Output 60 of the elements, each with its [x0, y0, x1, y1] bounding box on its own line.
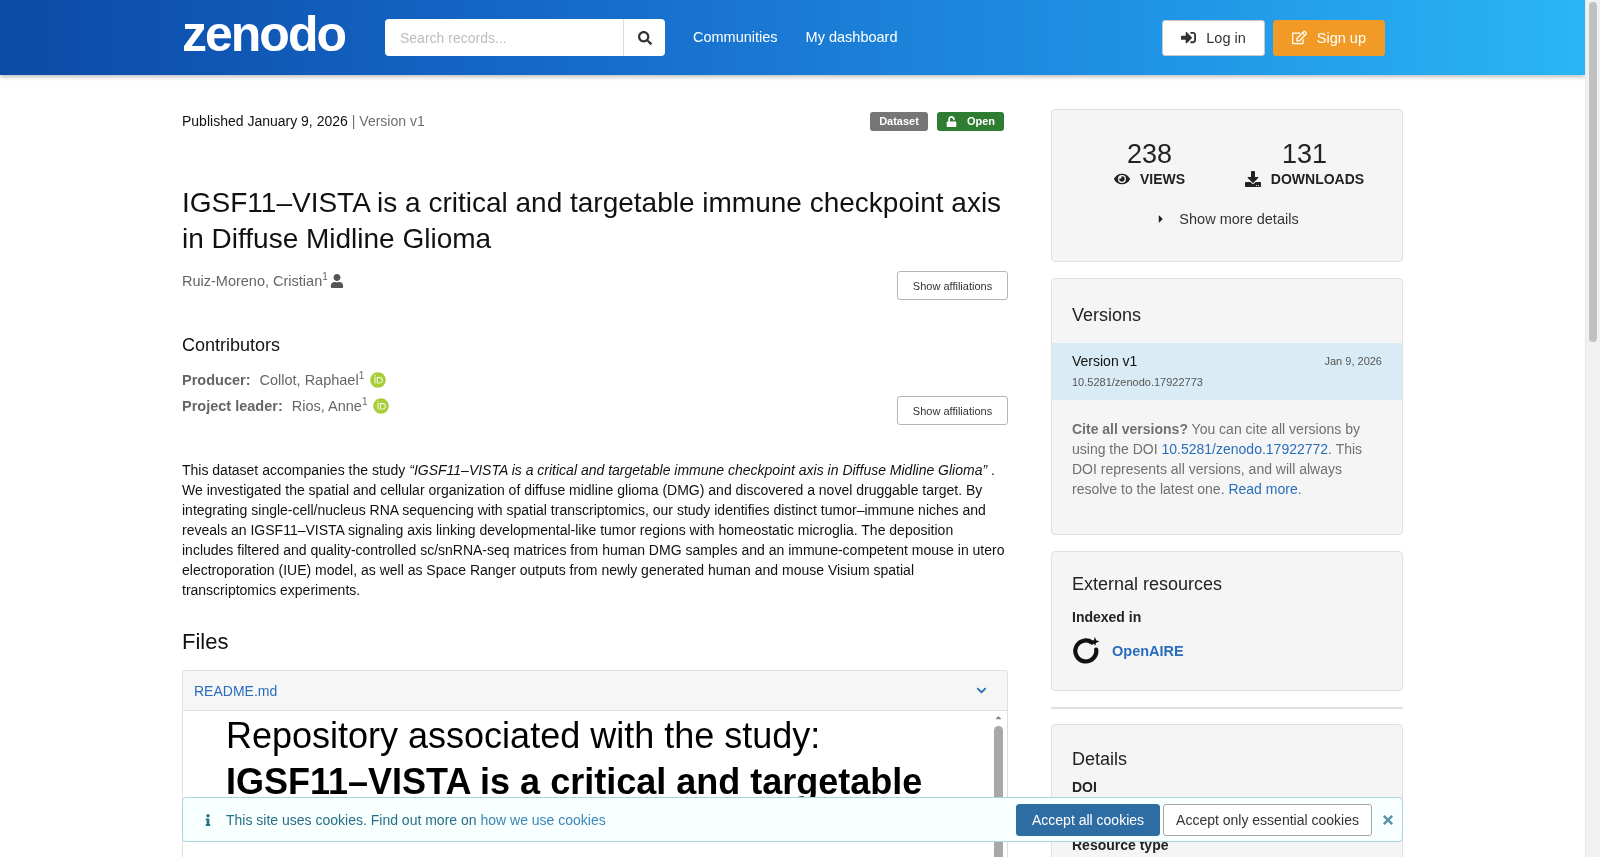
close-icon: [1381, 812, 1395, 827]
version-date: Jan 9, 2026: [1324, 355, 1382, 367]
card-heading: Versions: [1072, 304, 1143, 326]
cookie-message: This site uses cookies. Find out more on how we use cookies: [226, 811, 606, 828]
section-heading: Contributors: [182, 334, 282, 356]
chevron-down-icon: [976, 685, 987, 696]
close-button[interactable]: [1381, 812, 1395, 827]
stat-label: DOWNLOADS: [1270, 170, 1365, 188]
person-icon: [329, 274, 344, 288]
contributor-role: Project leader:: [182, 397, 283, 416]
indexed-in-label: Indexed in: [1072, 608, 1143, 626]
nav-link[interactable]: Communities: [693, 28, 778, 45]
access-badge: Open: [936, 111, 1004, 131]
stat-label: VIEWS: [1139, 170, 1186, 188]
version-item[interactable]: Version v1 Jan 9, 2026 10.5281/zenodo.17922773: [1052, 343, 1402, 400]
contributor-name[interactable]: Rios, Anne$^{1}$: [291, 396, 368, 416]
sign-in-icon: [1181, 30, 1197, 45]
files-heading: Files: [182, 629, 230, 655]
caret-up-icon: [993, 713, 1003, 722]
contributor-name[interactable]: Collot, Raphael$^{1}$: [259, 370, 365, 390]
log-in-button[interactable]: Log in: [1162, 19, 1265, 56]
show-more-button[interactable]: Show more details: [1155, 209, 1299, 229]
version-name: Version v1: [1072, 352, 1138, 370]
page-scrollbar[interactable]: [1585, 0, 1600, 857]
show-affiliations-button[interactable]: Show affiliations: [897, 396, 1008, 425]
nav-link[interactable]: My dashboard: [805, 28, 898, 45]
file-link[interactable]: README.md: [194, 682, 278, 699]
creator-name[interactable]: Ruiz-Moreno, Cristian$^{1}$: [182, 271, 328, 291]
show-affiliations-button[interactable]: Show affiliations: [897, 271, 1008, 300]
unlock-icon: [945, 115, 957, 127]
scrollbar-thumb[interactable]: [1589, 2, 1597, 342]
search-icon: [637, 30, 652, 45]
download-icon: [1244, 171, 1261, 187]
stat-value: 238: [1126, 139, 1173, 169]
card-heading: Details: [1072, 748, 1129, 770]
read-more-link[interactable]: Read more: [1228, 481, 1298, 497]
card-heading: External resources: [1072, 573, 1224, 595]
resource-link[interactable]: OpenAIRE: [1112, 643, 1184, 659]
id-badge-icon[interactable]: [370, 372, 387, 388]
cite-note: Cite all versions? You can cite all versions by using the DOI 10.5281/zenodo.17922772. This DOI represents all versions, and will always resolve to the latest one. Read more.: [1071, 420, 1364, 499]
description: This dataset accompanies the study “IGSF11–VISTA is a critical and targetable immune checkpoint axis in Diffuse Midline Glioma” . We investigated the spatial and cellular organization of diffuse midline glioma (DMG) and discovered a novel druggable target. By integrating single-cell/nucleus RNA sequencing with spatial transcriptomics, our study identifies distinct tumor–immune niches and reveals an IGSF11–VISTA signaling axis linking developmental-like tumor regions with homeostatic microglia. The deposition includes filtered and quality-controlled sc/snRNA-seq matrices from human DMG samples and an immune-competent mouse in utero electroporation (IUE) model, as well as Space Ranger outputs from newly generated human and mouse Visium spatial transcriptomics experiments.: [182, 461, 1006, 600]
search-field[interactable]: Search records...: [385, 19, 623, 56]
record-title: IGSF11–VISTA is a critical and targetable immune checkpoint axis in Diffuse Midline Glioma: [182, 186, 1003, 256]
resource-type-badge: Dataset: [870, 111, 928, 131]
ring-logo-icon: [1072, 637, 1100, 665]
eye-icon: [1113, 171, 1130, 187]
cookie-policy-link[interactable]: how we use cookies: [480, 811, 606, 828]
id-badge-icon[interactable]: [373, 398, 390, 414]
search-button[interactable]: [623, 19, 665, 56]
stat-value: 131: [1281, 139, 1328, 169]
publication-date: Published January 9, 2026: [182, 113, 348, 129]
readme-heading: Repository associated with the study: IGSF11–VISTA is a critical and targetable: [226, 714, 924, 804]
edit-icon: [1291, 30, 1307, 45]
version-doi: 10.5281/zenodo.17922773: [1072, 375, 1204, 389]
accordion-header[interactable]: README.md: [182, 670, 1008, 711]
field-label: DOI: [1072, 779, 1098, 795]
accept-essential-button[interactable]: Accept only essential cookies: [1163, 803, 1372, 836]
accept-all-button[interactable]: Accept all cookies: [1016, 803, 1160, 836]
contributor-role: Producer:: [182, 371, 251, 390]
version-label: | Version v1: [351, 113, 425, 129]
